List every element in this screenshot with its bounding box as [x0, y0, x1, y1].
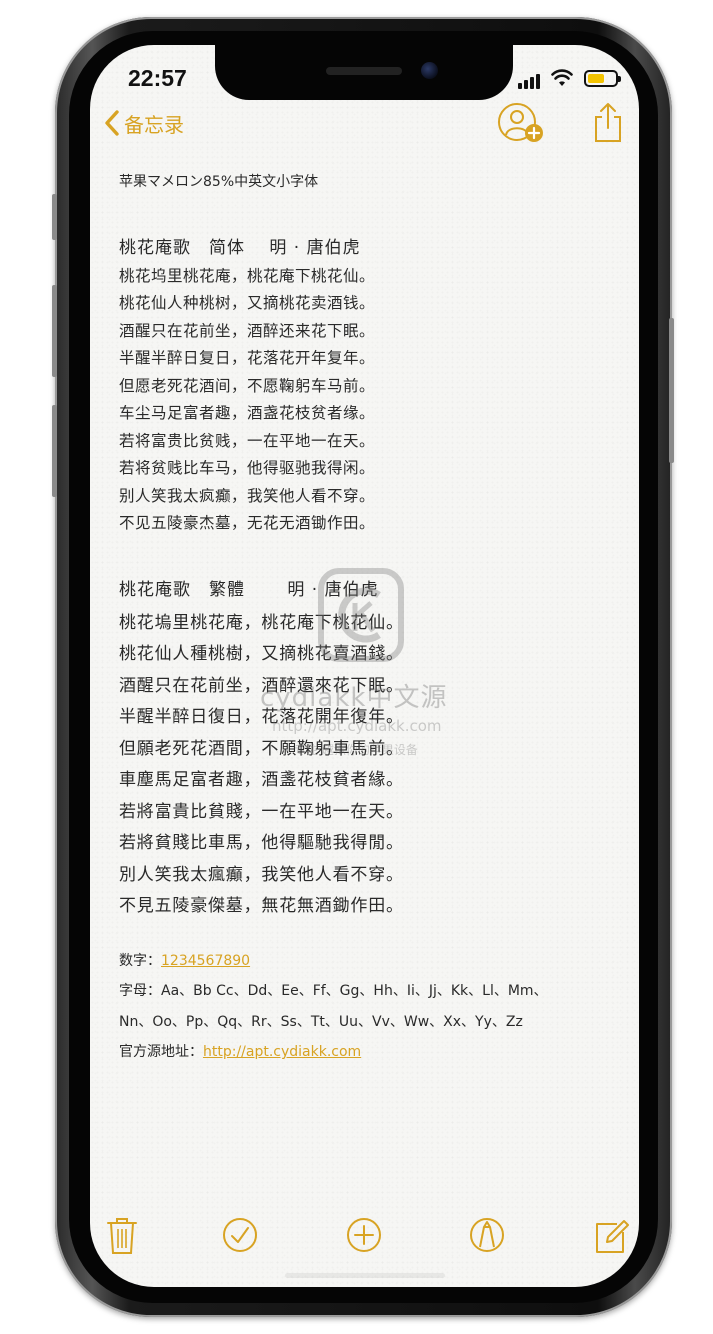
home-indicator — [285, 1273, 445, 1278]
poem-line: 别人笑我太疯癫，我笑他人看不穿。 — [119, 487, 376, 505]
poem-line: 若將貧賤比車馬，他得驅馳我得閒。 — [119, 833, 404, 853]
power-button — [669, 318, 674, 463]
volume-up-button — [52, 285, 57, 377]
poem-line: 但願老死花酒間，不願鞠躬車馬前。 — [119, 739, 404, 759]
poem-line: 车尘马足富者趣，酒盏花枝贫者缘。 — [119, 404, 376, 422]
cellular-signal-icon — [518, 73, 544, 89]
letters-line: Nn、Oo、Pp、Qq、Rr、Ss、Tt、Uu、Vv、Ww、Xx、Yy、Zz — [119, 1014, 523, 1030]
poem-line: 車塵馬足富者趣，酒盞花枝貧者緣。 — [119, 770, 404, 790]
poem-line: 桃花塢里桃花庵，桃花庵下桃花仙。 — [119, 613, 404, 633]
markup-icon[interactable] — [469, 1215, 505, 1255]
back-button[interactable]: 备忘录 — [102, 107, 184, 139]
source-url-link[interactable]: http://apt.cydiakk.com — [203, 1044, 361, 1060]
source-row: 官方源地址：http://apt.cydiakk.com — [119, 1041, 361, 1061]
poem-line: 若將富貴比貧賤，一在平地一在天。 — [119, 802, 404, 822]
silent-switch — [52, 194, 57, 240]
status-time: 22:57 — [128, 65, 187, 91]
poem-line: 桃花坞里桃花庵，桃花庵下桃花仙。 — [119, 267, 376, 285]
chevron-left-icon — [105, 110, 119, 136]
poem-line: 別人笑我太瘋癲，我笑他人看不穿。 — [119, 865, 404, 885]
battery-icon — [584, 70, 621, 87]
wifi-icon — [551, 69, 573, 86]
front-camera — [421, 62, 438, 79]
speaker-grille — [326, 67, 402, 75]
trash-icon[interactable] — [104, 1215, 140, 1255]
poem-line: 酒醒只在花前坐，酒醉還來花下眠。 — [119, 676, 404, 696]
compose-icon[interactable] — [593, 1215, 629, 1255]
share-icon[interactable] — [592, 101, 624, 143]
checklist-icon[interactable] — [222, 1215, 258, 1255]
poem-line: 桃花仙人种桃树，又摘桃花卖酒钱。 — [119, 294, 376, 312]
source-label: 官方源地址： — [119, 1044, 203, 1060]
poem-line: 酒醒只在花前坐，酒醉还来花下眠。 — [119, 322, 376, 340]
digits-link[interactable]: 1234567890 — [161, 953, 250, 969]
poem-heading-traditional: 桃花庵歌 繁體 明 · 唐伯虎 — [119, 580, 379, 600]
digits-row: 数字：1234567890 — [119, 950, 250, 970]
poem-line: 半醒半醉日復日，花落花開年復年。 — [119, 707, 404, 727]
poem-line: 但愿老死花酒间，不愿鞠躬车马前。 — [119, 377, 376, 395]
poem-line: 半醒半醉日复日，花落花开年复年。 — [119, 349, 376, 367]
note-title: 苹果マメロン85%中英文小字体 — [119, 174, 319, 190]
letters-line: 字母：Aa、Bb Cc、Dd、Ee、Ff、Gg、Hh、Ii、Jj、Kk、Ll、M… — [119, 983, 548, 999]
poem-line: 不見五陵豪傑墓，無花無酒鋤作田。 — [119, 896, 404, 916]
volume-down-button — [52, 405, 57, 497]
add-people-icon[interactable] — [497, 102, 545, 144]
notch — [215, 45, 513, 100]
poem-line: 若将贫贱比车马，他得驱驰我得闲。 — [119, 459, 376, 477]
poem-line: 不见五陵豪杰墓，无花无酒锄作田。 — [119, 514, 376, 532]
back-button-label: 备忘录 — [124, 112, 184, 137]
notes-screen: 22:57 备忘录 苹果マメロン85%中英文小字体 桃花庵歌 简体 明 · 唐伯… — [90, 45, 639, 1287]
digits-label: 数字： — [119, 953, 161, 969]
poem-line: 桃花仙人種桃樹，又摘桃花賣酒錢。 — [119, 644, 404, 664]
add-icon[interactable] — [346, 1215, 382, 1255]
poem-line: 若将富贵比贫贱，一在平地一在天。 — [119, 432, 376, 450]
poem-heading-simplified: 桃花庵歌 简体 明 · 唐伯虎 — [119, 238, 361, 258]
